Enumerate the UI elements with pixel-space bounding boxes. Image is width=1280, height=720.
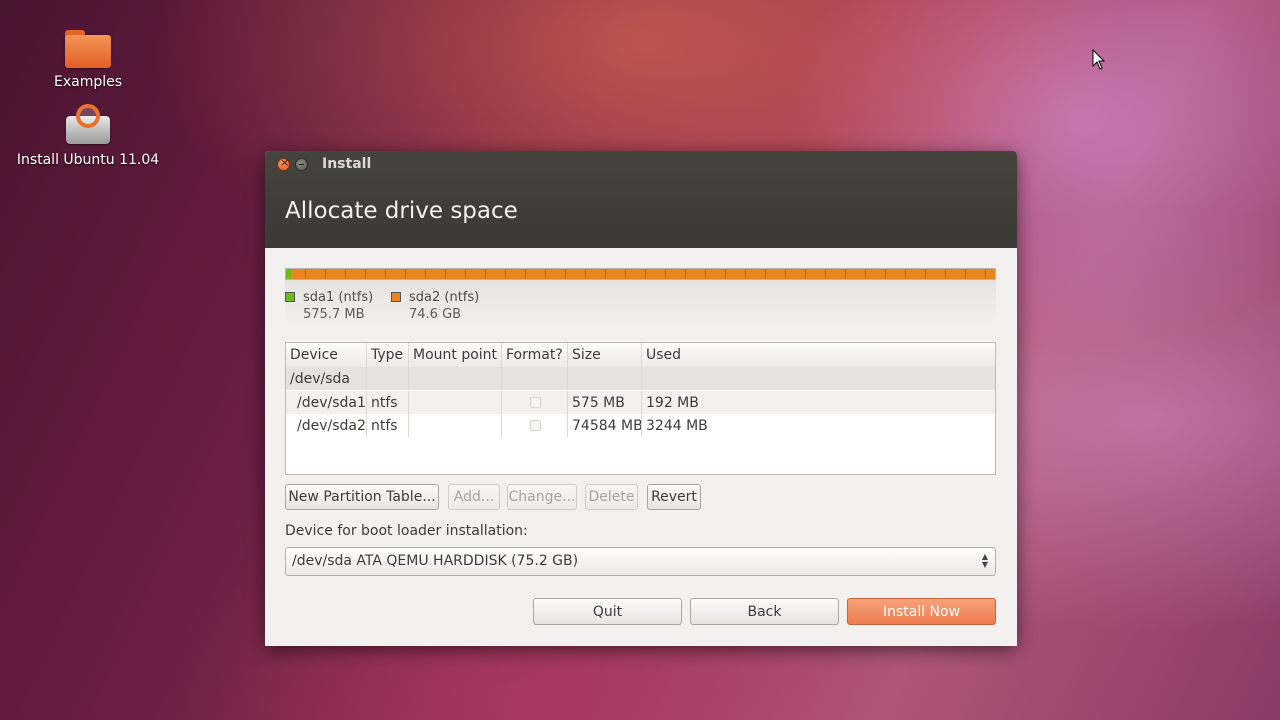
desktop-icon-label: Examples xyxy=(53,74,123,90)
cell-format xyxy=(502,391,568,414)
cell-type: ntfs xyxy=(367,414,409,437)
cell-device: /dev/sda2 xyxy=(286,414,367,437)
minimize-icon[interactable] xyxy=(295,158,308,171)
back-button[interactable]: Back xyxy=(690,598,839,625)
format-checkbox[interactable] xyxy=(530,397,541,408)
legend-name: sda1 (ntfs) xyxy=(303,290,374,305)
cell-used: 192 MB xyxy=(646,395,699,411)
cell-size xyxy=(568,367,642,390)
diskbar-background xyxy=(285,280,996,330)
bootloader-selected-value: /dev/sda ATA QEMU HARDDISK (75.2 GB) xyxy=(292,553,579,569)
bootloader-device-select[interactable]: /dev/sda ATA QEMU HARDDISK (75.2 GB) ▲ ▼ xyxy=(285,547,996,576)
cell-mount xyxy=(409,391,502,414)
desktop-icon-install-ubuntu[interactable]: Install Ubuntu 11.04 xyxy=(14,104,162,168)
cell-format xyxy=(502,414,568,437)
install-window: Install Allocate drive space sda1 (ntfs)… xyxy=(265,151,1017,646)
format-checkbox[interactable] xyxy=(530,420,541,431)
new-partition-table-button[interactable]: New Partition Table... xyxy=(285,484,439,510)
legend-name: sda2 (ntfs) xyxy=(409,290,480,305)
cell-type: ntfs xyxy=(367,391,409,414)
column-header-type[interactable]: Type xyxy=(367,343,409,367)
column-header-device[interactable]: Device xyxy=(286,343,367,367)
content-area: sda1 (ntfs) 575.7 MB sda2 (ntfs) 74.6 GB… xyxy=(285,248,996,646)
revert-button[interactable]: Revert xyxy=(647,484,701,510)
cell-size: 74584 MB xyxy=(568,414,642,437)
cell-used: 3244 MB xyxy=(646,418,708,434)
cell-format xyxy=(502,367,568,390)
change-partition-button[interactable]: Change... xyxy=(507,484,577,510)
table-row[interactable]: /dev/sda xyxy=(286,367,995,390)
desktop-icon-examples[interactable]: Examples xyxy=(46,30,130,90)
table-row[interactable]: /dev/sda2 ntfs 74584 MB 3244 MB xyxy=(286,414,995,437)
table-row[interactable]: /dev/sda1 ntfs 575 MB 192 MB xyxy=(286,391,995,414)
folder-icon xyxy=(65,30,111,68)
column-header-used[interactable]: Used xyxy=(642,343,995,367)
partition-table[interactable]: Device Type Mount point Format? Size Use… xyxy=(285,342,996,475)
cell-size: 575 MB xyxy=(568,391,642,414)
cell-mount xyxy=(409,414,502,437)
title-bar: Install Allocate drive space xyxy=(265,151,1017,248)
add-partition-button[interactable]: Add... xyxy=(448,484,500,510)
desktop-icon-label: Install Ubuntu 11.04 xyxy=(16,152,160,168)
legend-swatch xyxy=(391,292,401,302)
cell-mount xyxy=(409,367,502,390)
cell-used xyxy=(642,367,995,390)
column-header-mount[interactable]: Mount point xyxy=(409,343,502,367)
bootloader-label: Device for boot loader installation: xyxy=(285,523,528,539)
legend-swatch xyxy=(285,292,295,302)
close-icon[interactable] xyxy=(277,156,290,171)
combo-arrows-icon: ▲ ▼ xyxy=(981,552,988,569)
cell-device: /dev/sda1 xyxy=(286,391,367,414)
cell-type xyxy=(367,367,409,390)
quit-button[interactable]: Quit xyxy=(533,598,682,625)
disk-usage-bar xyxy=(285,268,996,280)
column-header-format[interactable]: Format? xyxy=(502,343,568,367)
installer-icon xyxy=(64,104,112,146)
legend-size: 575.7 MB xyxy=(303,307,365,322)
table-header: Device Type Mount point Format? Size Use… xyxy=(286,343,995,368)
column-header-size[interactable]: Size xyxy=(568,343,642,367)
window-title: Install xyxy=(322,156,372,172)
page-title: Allocate drive space xyxy=(285,198,518,224)
install-now-button[interactable]: Install Now xyxy=(847,598,996,625)
disk-segment-sda1 xyxy=(286,269,291,279)
delete-partition-button[interactable]: Delete xyxy=(585,484,638,510)
cell-device: /dev/sda xyxy=(286,367,367,390)
legend-size: 74.6 GB xyxy=(409,307,462,322)
